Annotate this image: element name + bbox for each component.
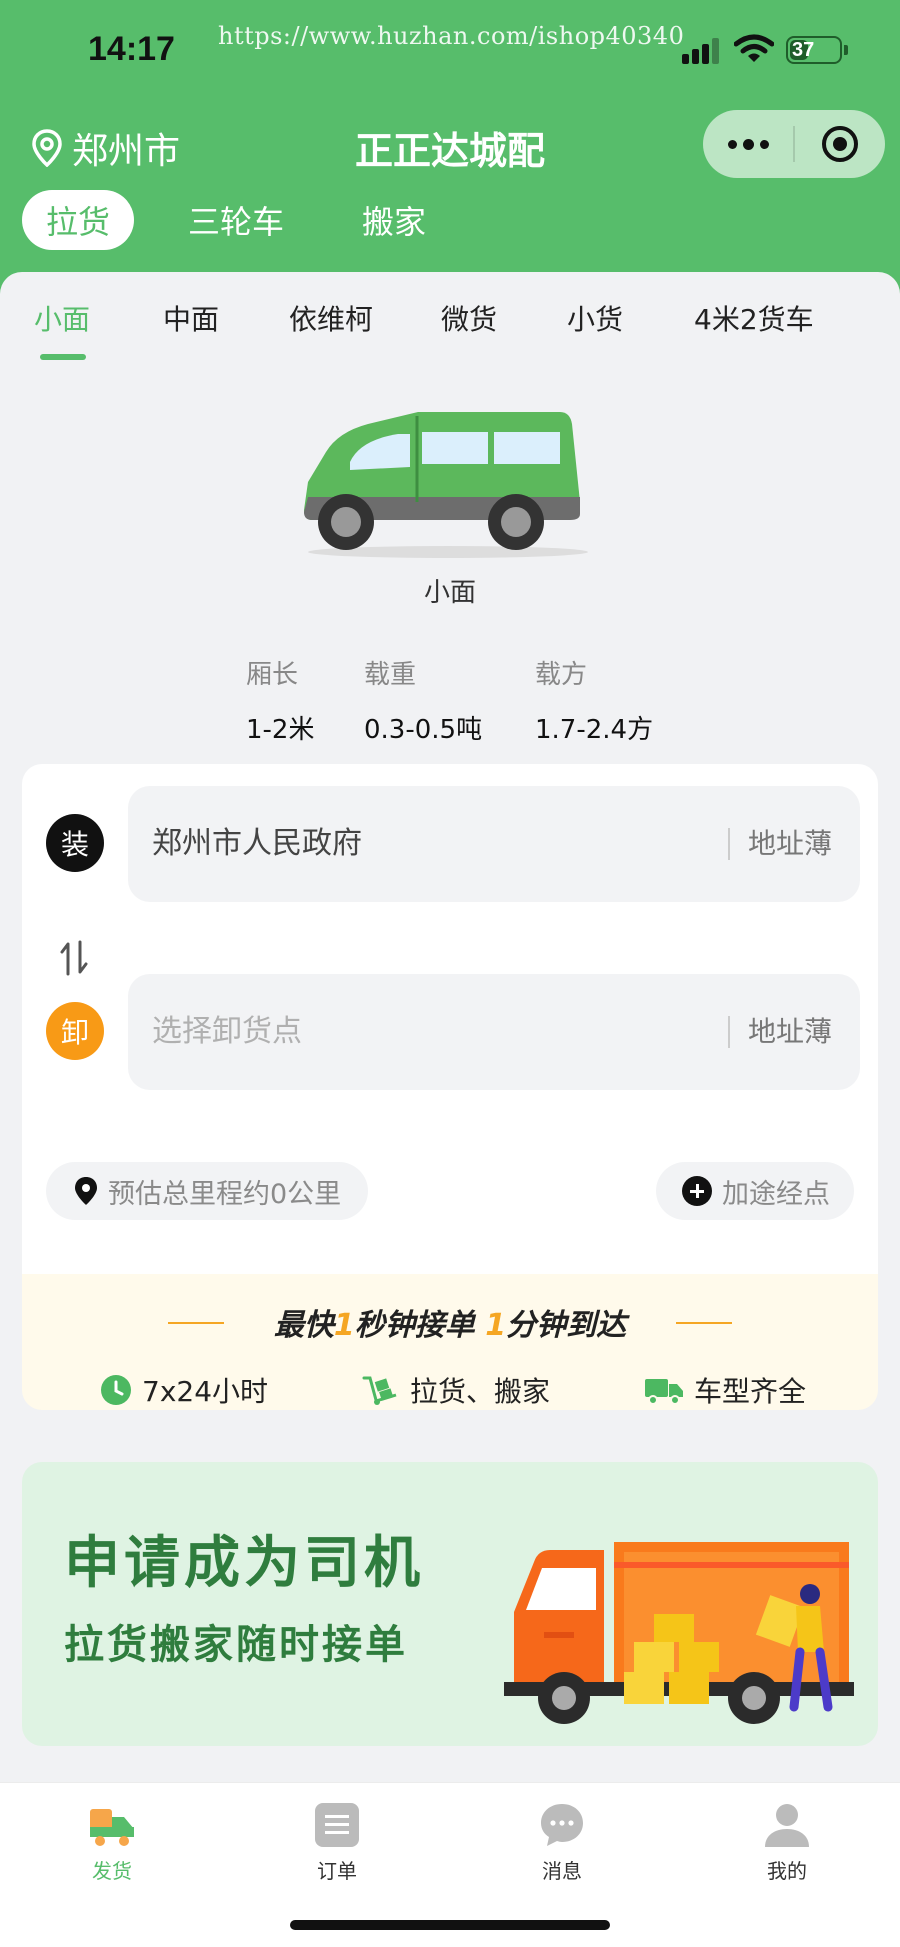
- swap-arrows-icon[interactable]: [58, 938, 90, 978]
- load-badge: 装: [46, 814, 104, 872]
- vehicle-type-tabs: 小面 中面 依维柯 微货 小货 4米2货车: [0, 272, 900, 367]
- distance-text: 预估总里程约0公里: [108, 1178, 342, 1210]
- battery-percent: 37: [792, 39, 815, 61]
- vehicle-tab-zhongmian[interactable]: 中面: [163, 298, 219, 338]
- chat-bubble-icon: [541, 1804, 583, 1846]
- feature-24h: 7x24小时: [100, 1370, 268, 1410]
- active-tab-indicator: [40, 354, 86, 360]
- banner-title: 申请成为司机: [64, 1531, 424, 1596]
- feature-24h-label: 7x24小时: [142, 1375, 269, 1408]
- field-divider: [728, 1016, 730, 1048]
- spec-volume-value: 1.7-2.4方: [535, 715, 654, 745]
- spec-load-value: 0.3-0.5吨: [364, 715, 483, 745]
- more-options-button[interactable]: [703, 110, 793, 178]
- feature-services-label: 拉货、搬家: [410, 1375, 551, 1408]
- tab-xiaoxi[interactable]: 消息: [502, 1791, 622, 1891]
- nav-bar: 郑州市 正正达城配: [0, 106, 900, 186]
- address-card: 装 郑州市人民政府 地址薄 卸 选择卸货点 地址薄 预估总里程约0公里 加途经点: [22, 764, 878, 1274]
- spec-length-value: 1-2米: [246, 715, 315, 745]
- location-pin-icon: [32, 129, 62, 167]
- wifi-icon: [734, 34, 774, 62]
- vehicle-tab-4m2-truck[interactable]: 4米2货车: [694, 298, 814, 338]
- battery-cap: [844, 45, 848, 55]
- watermark-url: https://www.huzhan.com/ishop40340: [218, 22, 685, 50]
- cellular-signal-icon: [682, 38, 719, 64]
- city-selector[interactable]: 郑州市: [32, 122, 180, 174]
- plus-circle-icon: [682, 1176, 712, 1206]
- unload-address-field[interactable]: 选择卸货点 地址薄: [128, 974, 860, 1090]
- unload-address-book-button[interactable]: 地址薄: [748, 974, 832, 1090]
- promo-num-a: 1: [333, 1308, 355, 1343]
- add-waypoint-button[interactable]: 加途经点: [656, 1162, 854, 1220]
- close-miniprogram-button[interactable]: [795, 110, 885, 178]
- status-bar: 14:17 https://www.huzhan.com/ishop40340 …: [0, 0, 900, 100]
- feature-all-models: 车型齐全: [644, 1370, 806, 1410]
- truck-icon: [645, 1379, 683, 1405]
- vehicle-tab-xiaohuo[interactable]: 小货: [567, 298, 623, 338]
- spec-length-label: 厢长: [246, 660, 299, 690]
- hand-truck-icon: [362, 1376, 397, 1405]
- miniprogram-capsule: [703, 110, 885, 178]
- tab-dingdan-label: 订单: [317, 1859, 357, 1883]
- banner-subtitle: 拉货搬家随时接单: [64, 1622, 408, 1668]
- tab-fahuo[interactable]: 发货: [52, 1791, 172, 1891]
- spec-volume-label: 载方: [535, 660, 588, 690]
- tab-wode[interactable]: 我的: [727, 1791, 847, 1891]
- unload-badge: 卸: [46, 1002, 104, 1060]
- become-driver-banner[interactable]: 申请成为司机 拉货搬家随时接单: [22, 1462, 878, 1746]
- vehicle-tab-yiweike[interactable]: 依维柯: [289, 298, 373, 338]
- unload-address-placeholder: 选择卸货点: [152, 1014, 302, 1049]
- tab-sanlunche[interactable]: 三轮车: [164, 190, 308, 250]
- tab-xiaoxi-label: 消息: [542, 1859, 582, 1883]
- van-illustration: [304, 412, 588, 558]
- vehicle-tab-weihuo[interactable]: 微货: [441, 298, 497, 338]
- add-waypoint-label: 加途经点: [722, 1178, 830, 1210]
- promo-headline-c: 分钟到达: [506, 1308, 627, 1343]
- field-divider: [728, 828, 730, 860]
- home-indicator: [290, 1920, 610, 1930]
- service-tabs: 拉货 三轮车 搬家: [22, 190, 480, 250]
- delivery-truck-icon: [90, 1809, 134, 1846]
- promo-strip: 最快1秒钟接单 1分钟到达 7x24小时 拉货、搬家 车型齐全: [22, 1274, 878, 1410]
- feature-all-models-label: 车型齐全: [694, 1375, 807, 1408]
- tab-wode-label: 我的: [767, 1859, 807, 1883]
- tab-lahuo[interactable]: 拉货: [22, 190, 135, 250]
- order-list-icon: [315, 1803, 359, 1847]
- city-name: 郑州市: [72, 131, 181, 172]
- battery-icon: 37: [786, 36, 842, 64]
- promo-num-b: 1: [485, 1308, 507, 1343]
- feature-services: 拉货、搬家: [362, 1370, 550, 1410]
- clock-icon: [101, 1375, 131, 1405]
- promo-headline-a: 最快: [273, 1308, 334, 1343]
- tab-banjia[interactable]: 搬家: [338, 190, 450, 250]
- orange-truck-illustration: [504, 1542, 854, 1724]
- promo-headline-b: 秒钟接单: [354, 1308, 475, 1343]
- location-pin-icon: [75, 1177, 97, 1205]
- user-icon: [765, 1804, 809, 1847]
- spec-volume: 载方 1.7-2.4方: [535, 654, 653, 746]
- load-address-field[interactable]: 郑州市人民政府 地址薄: [128, 786, 860, 902]
- distance-estimate: 预估总里程约0公里: [46, 1162, 368, 1220]
- tab-dingdan[interactable]: 订单: [277, 1791, 397, 1891]
- promo-headline: 最快1秒钟接单 1分钟到达: [22, 1300, 878, 1344]
- header: 14:17 https://www.huzhan.com/ishop40340 …: [0, 0, 900, 300]
- status-time: 14:17: [88, 30, 175, 68]
- tab-fahuo-label: 发货: [92, 1859, 132, 1883]
- vehicle-specs: 厢长 1-2米 载重 0.3-0.5吨 载方 1.7-2.4方: [0, 654, 900, 754]
- vehicle-tab-xiaomian[interactable]: 小面: [34, 298, 90, 338]
- target-circle-icon: [822, 126, 858, 162]
- load-address-value: 郑州市人民政府: [152, 826, 362, 861]
- load-address-book-button[interactable]: 地址薄: [748, 786, 832, 902]
- vehicle-name: 小面: [423, 578, 476, 608]
- spec-length: 厢长 1-2米: [246, 654, 314, 746]
- spec-load: 载重 0.3-0.5吨: [364, 654, 482, 746]
- spec-load-label: 载重: [364, 660, 417, 690]
